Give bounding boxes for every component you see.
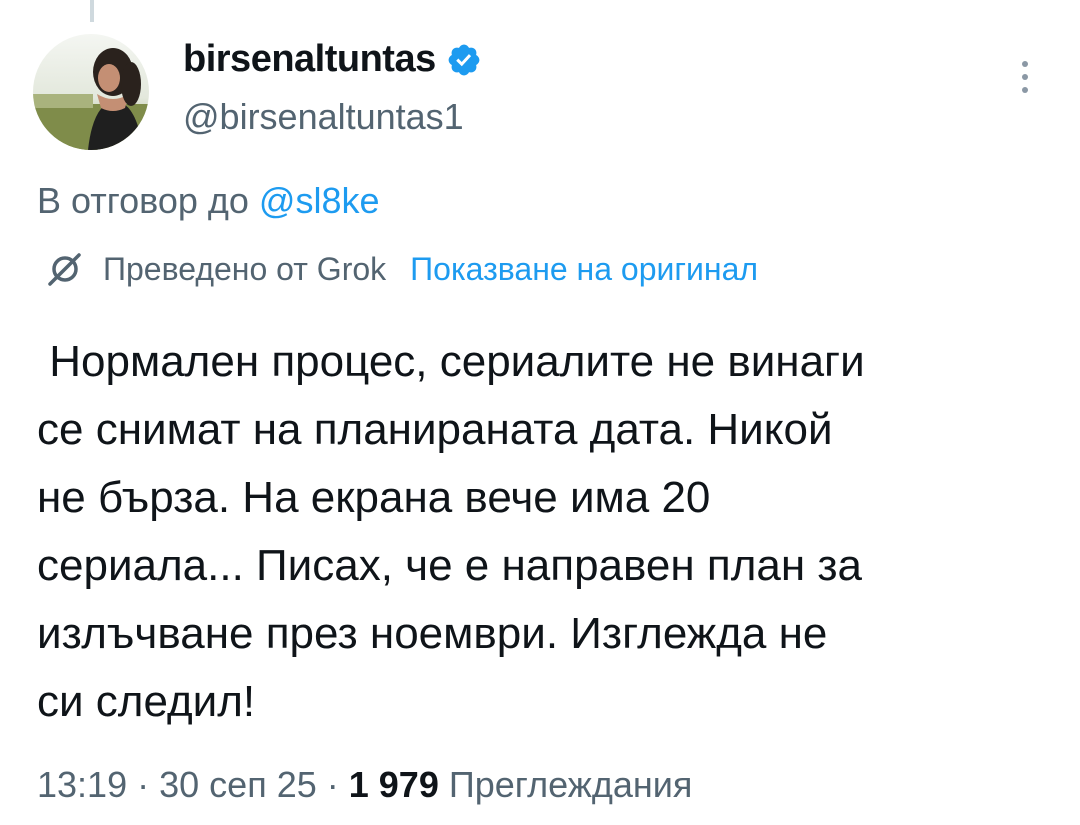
reply-context: В отговор до @sl8ke bbox=[37, 180, 380, 222]
translation-bar: Преведено от Grok Показване на оригинал bbox=[45, 249, 758, 289]
meta-separator: · bbox=[137, 764, 150, 805]
show-original-link[interactable]: Показване на оригинал bbox=[410, 251, 758, 288]
translated-by-label: Преведено от Grok bbox=[103, 250, 387, 287]
tweet-detail: birsenaltuntas @birsenaltuntas1 В отгово… bbox=[0, 0, 1080, 825]
reply-mention-link[interactable]: @sl8ke bbox=[259, 180, 380, 221]
more-dot-icon bbox=[1022, 87, 1028, 93]
more-options-button[interactable] bbox=[1005, 52, 1045, 102]
reply-context-prefix: В отговор до bbox=[37, 180, 249, 221]
tweet-meta: 13:19 · 30 сеп 25 · 1 979 Преглеждания bbox=[37, 764, 692, 806]
tweet-date[interactable]: 30 сеп 25 bbox=[159, 764, 317, 805]
views-count: 1 979 bbox=[348, 764, 439, 805]
tweet-time[interactable]: 13:19 bbox=[37, 764, 127, 805]
tweet-text: Нормален процес, сериалите не винаги се … bbox=[37, 337, 865, 726]
translate-icon bbox=[45, 249, 85, 289]
verified-badge-icon bbox=[446, 42, 482, 78]
author-handle[interactable]: @birsenaltuntas1 bbox=[183, 96, 464, 138]
more-dot-icon bbox=[1022, 61, 1028, 67]
avatar[interactable] bbox=[33, 34, 149, 150]
author-name-row: birsenaltuntas bbox=[183, 38, 482, 81]
thread-connector-line bbox=[90, 0, 94, 22]
views-label: Преглеждания bbox=[448, 764, 693, 805]
author-display-name[interactable]: birsenaltuntas bbox=[183, 38, 436, 81]
profile-photo-icon bbox=[33, 34, 149, 150]
meta-separator: · bbox=[326, 764, 339, 805]
more-dot-icon bbox=[1022, 74, 1028, 80]
